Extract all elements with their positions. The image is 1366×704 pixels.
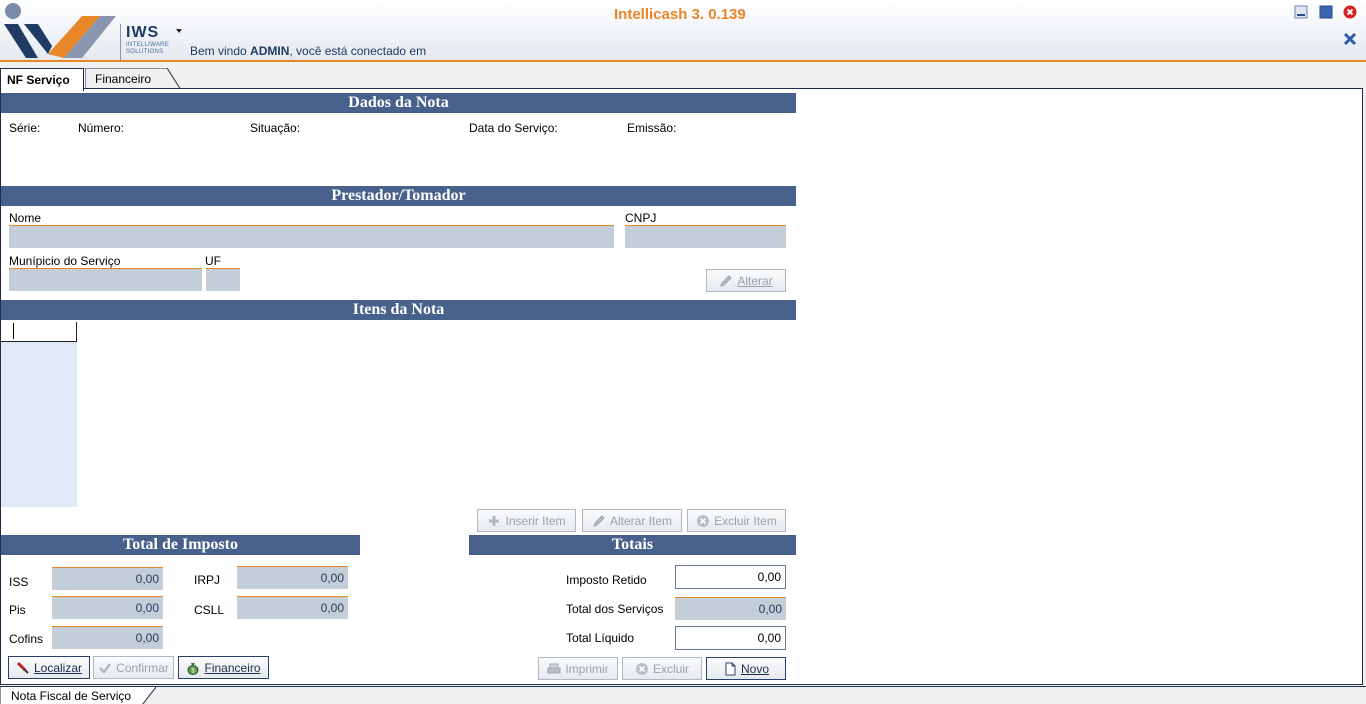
delete-icon xyxy=(635,662,648,675)
csll-field[interactable]: 0,00 xyxy=(237,596,348,619)
alterar-item-button[interactable]: Alterar Item xyxy=(582,509,682,532)
section-totais: Totais xyxy=(469,535,796,555)
serie-label: Série: xyxy=(9,121,41,135)
total-servicos-field[interactable]: 0,00 xyxy=(675,597,786,620)
municipio-field[interactable] xyxy=(9,268,202,291)
localizar-label: Localizar xyxy=(33,660,83,675)
inserir-item-button[interactable]: Inserir Item xyxy=(477,509,576,532)
itens-grid[interactable] xyxy=(1,322,77,507)
alterar-item-label: Alterar Item xyxy=(609,513,672,528)
inserir-item-label: Inserir Item xyxy=(505,513,566,528)
data-servico-label: Data do Serviço: xyxy=(469,121,558,135)
tab-financeiro[interactable]: Financeiro xyxy=(85,68,181,90)
imposto-retido-input[interactable]: 0,00 xyxy=(675,565,786,589)
total-servicos-label: Total dos Serviços xyxy=(566,602,664,616)
grid-cursor xyxy=(13,323,14,339)
money-bag-icon: $ xyxy=(187,662,199,675)
situacao-label: Situação: xyxy=(250,121,301,135)
search-icon xyxy=(16,661,29,674)
uf-field[interactable] xyxy=(206,268,240,291)
novo-label: Novo xyxy=(740,661,769,676)
section-itens-nota: Itens da Nota xyxy=(1,300,796,320)
pis-field[interactable]: 0,00 xyxy=(52,596,163,619)
tab-nf-servico[interactable]: NF Serviço xyxy=(0,68,84,91)
welcome-prefix: Bem vindo xyxy=(190,44,251,58)
pis-label: Pis xyxy=(9,603,26,617)
maximize-icon[interactable] xyxy=(1319,5,1333,19)
section-dados-nota: Dados da Nota xyxy=(1,93,796,113)
logo-brand: IWS xyxy=(126,24,160,41)
cofins-field[interactable]: 0,00 xyxy=(52,626,163,649)
nome-field[interactable] xyxy=(9,225,614,248)
section-prestador-tomador: Prestador/Tomador xyxy=(1,186,796,206)
minimize-icon[interactable] xyxy=(1294,5,1308,19)
confirmar-label: Confirmar xyxy=(116,660,169,675)
status-bar: Nota Fiscal de Serviço xyxy=(0,686,1366,704)
iss-field[interactable]: 0,00 xyxy=(52,567,163,590)
welcome-user: ADMIN xyxy=(250,44,290,58)
section-total-imposto: Total de Imposto xyxy=(1,535,360,555)
localizar-button[interactable]: Localizar xyxy=(8,656,90,679)
csll-label: CSLL xyxy=(194,603,225,617)
status-tab-label: Nota Fiscal de Serviço xyxy=(11,689,132,703)
excluir-button[interactable]: Excluir xyxy=(622,657,702,680)
cofins-label: Cofins xyxy=(9,632,44,646)
iss-label: ISS xyxy=(9,575,29,589)
form-tabs: NF Serviço Financeiro xyxy=(0,64,1366,91)
company-logo xyxy=(4,3,116,58)
menu-dropdown-icon[interactable] xyxy=(176,29,182,33)
excluir-item-button[interactable]: Excluir Item xyxy=(687,509,786,532)
financeiro-button[interactable]: $ Financeiro xyxy=(178,656,269,679)
plus-icon xyxy=(489,515,500,526)
logo-wordmark: IWS INTELLIWARE SOLUTIONS xyxy=(120,24,170,60)
tab-financeiro-label: Financeiro xyxy=(95,72,152,86)
alterar-prestador-button[interactable]: Alterar xyxy=(706,269,786,292)
municipio-label: Munípicio do Serviço xyxy=(9,254,121,268)
status-tab-nota-fiscal[interactable]: Nota Fiscal de Serviço xyxy=(0,687,156,704)
nome-label: Nome xyxy=(9,211,42,225)
numero-label: Número: xyxy=(78,121,125,135)
delete-icon xyxy=(697,514,710,527)
irpj-field[interactable]: 0,00 xyxy=(237,566,348,589)
financeiro-label: Financeiro xyxy=(204,660,261,675)
confirmar-button[interactable]: Confirmar xyxy=(93,656,174,679)
novo-button[interactable]: Novo xyxy=(706,657,786,680)
irpj-label: IRPJ xyxy=(194,573,221,587)
alterar-prestador-label: Alterar xyxy=(737,273,773,288)
printer-icon xyxy=(547,663,561,673)
cnpj-label: CNPJ xyxy=(625,211,657,225)
imprimir-button[interactable]: Imprimir xyxy=(538,657,618,680)
checkmark-icon xyxy=(99,662,112,674)
pencil-icon xyxy=(720,274,733,287)
emissao-label: Emissão: xyxy=(627,121,677,135)
app-title: Intellicash 3. 0.139 xyxy=(614,6,746,23)
nf-servico-panel: Dados da Nota Série: Número: Situação: D… xyxy=(0,88,1363,685)
excluir-label: Excluir xyxy=(652,661,689,676)
logo-subtitle: INTELLIWARE SOLUTIONS xyxy=(126,42,170,55)
total-liquido-label: Total Líquido xyxy=(566,631,635,645)
imprimir-label: Imprimir xyxy=(565,661,609,676)
welcome-message: Bem vindo ADMIN, você está conectado em xyxy=(190,44,426,58)
excluir-item-label: Excluir Item xyxy=(714,513,777,528)
close-app-icon[interactable] xyxy=(1343,5,1357,19)
welcome-suffix: , você está conectado em xyxy=(289,44,427,58)
pencil-icon xyxy=(593,514,605,527)
new-document-icon xyxy=(725,662,736,675)
imposto-retido-label: Imposto Retido xyxy=(566,573,647,587)
cnpj-field[interactable] xyxy=(625,225,786,248)
total-liquido-input[interactable]: 0,00 xyxy=(675,626,786,650)
uf-label: UF xyxy=(205,254,221,268)
app-header: IWS INTELLIWARE SOLUTIONS Bem vindo ADMI… xyxy=(0,0,1366,62)
close-form-icon[interactable] xyxy=(1343,32,1357,46)
